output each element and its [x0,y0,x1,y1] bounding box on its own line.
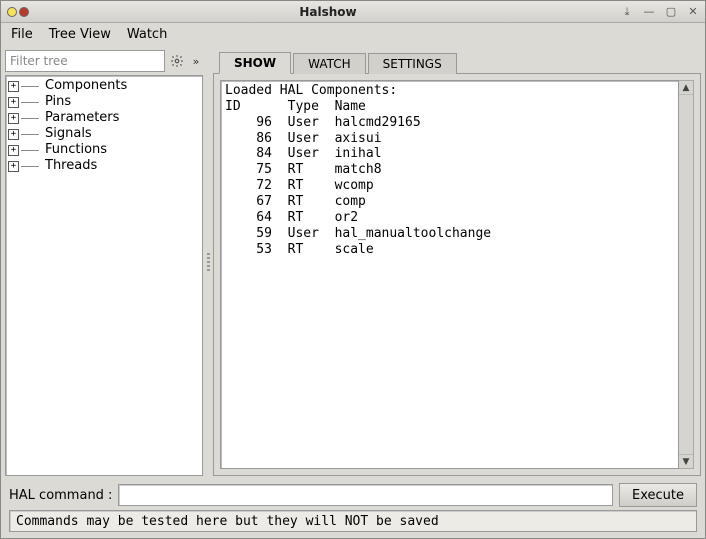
tree-view[interactable]: + Components + Pins + Parameters + [5,75,203,476]
tree-branch-icon [21,102,39,103]
expand-icon[interactable]: + [8,161,19,172]
tree-branch-icon [21,150,39,151]
scroll-track[interactable] [679,95,693,454]
app-window: Halshow ⤓ — ▢ ✕ File Tree View Watch » [0,0,706,539]
menu-watch[interactable]: Watch [119,25,175,44]
tree-item-components[interactable]: + Components [8,78,200,94]
main-content: » + Components + Pins + Parameters [1,45,705,480]
tree-label: Components [45,78,127,94]
restore-down-icon[interactable]: ⤓ [619,5,635,19]
left-pane: » + Components + Pins + Parameters [5,49,203,476]
tree-item-pins[interactable]: + Pins [8,94,200,110]
tree-branch-icon [21,118,39,119]
tree-label: Parameters [45,110,119,126]
expand-icon[interactable]: + [8,113,19,124]
show-output[interactable]: Loaded HAL Components: ID Type Name PID … [220,80,679,469]
right-pane: SHOW WATCH SETTINGS Loaded HAL Component… [213,49,701,476]
expand-icon[interactable]: + [8,129,19,140]
menubar: File Tree View Watch [1,23,705,45]
tab-settings[interactable]: SETTINGS [368,53,457,74]
tree-label: Pins [45,94,71,110]
execute-button[interactable]: Execute [619,483,697,507]
scroll-up-icon[interactable]: ▲ [679,81,693,95]
titlebar: Halshow ⤓ — ▢ ✕ [1,1,705,23]
tab-watch[interactable]: WATCH [293,53,366,74]
scroll-down-icon[interactable]: ▼ [679,454,693,468]
close-icon[interactable]: ✕ [685,5,701,19]
pane-splitter[interactable] [205,49,211,476]
menu-file[interactable]: File [3,25,41,44]
tab-show[interactable]: SHOW [219,52,291,74]
close-dot-icon[interactable] [19,7,29,17]
menu-tree-view[interactable]: Tree View [41,25,119,44]
expand-icon[interactable]: + [8,81,19,92]
minimize-dot-icon[interactable] [7,7,17,17]
tree-branch-icon [21,166,39,167]
window-traffic-lights [7,7,29,17]
gear-icon[interactable] [167,51,187,71]
tree-label: Threads [45,158,97,174]
tree-branch-icon [21,134,39,135]
tabstrip: SHOW WATCH SETTINGS [213,49,701,73]
hal-command-label: HAL command : [9,488,112,503]
tree-item-functions[interactable]: + Functions [8,142,200,158]
tab-panel: Loaded HAL Components: ID Type Name PID … [213,73,701,476]
tree-label: Signals [45,126,92,142]
tree-item-signals[interactable]: + Signals [8,126,200,142]
hal-command-input[interactable] [118,484,613,506]
window-buttons: ⤓ — ▢ ✕ [619,5,701,19]
expand-right-icon[interactable]: » [189,51,203,71]
filter-tree-input[interactable] [5,50,165,72]
window-title: Halshow [37,5,619,19]
splitter-grip-icon [207,253,210,273]
minimize-icon[interactable]: — [641,5,657,19]
tree-branch-icon [21,86,39,87]
status-bar: Commands may be tested here but they wil… [9,510,697,532]
maximize-icon[interactable]: ▢ [663,5,679,19]
tree-label: Functions [45,142,107,158]
tree-item-parameters[interactable]: + Parameters [8,110,200,126]
hal-command-row: HAL command : Execute [1,480,705,510]
expand-icon[interactable]: + [8,145,19,156]
tree-item-threads[interactable]: + Threads [8,158,200,174]
filter-row: » [5,49,203,73]
expand-icon[interactable]: + [8,97,19,108]
vertical-scrollbar[interactable]: ▲ ▼ [679,80,694,469]
